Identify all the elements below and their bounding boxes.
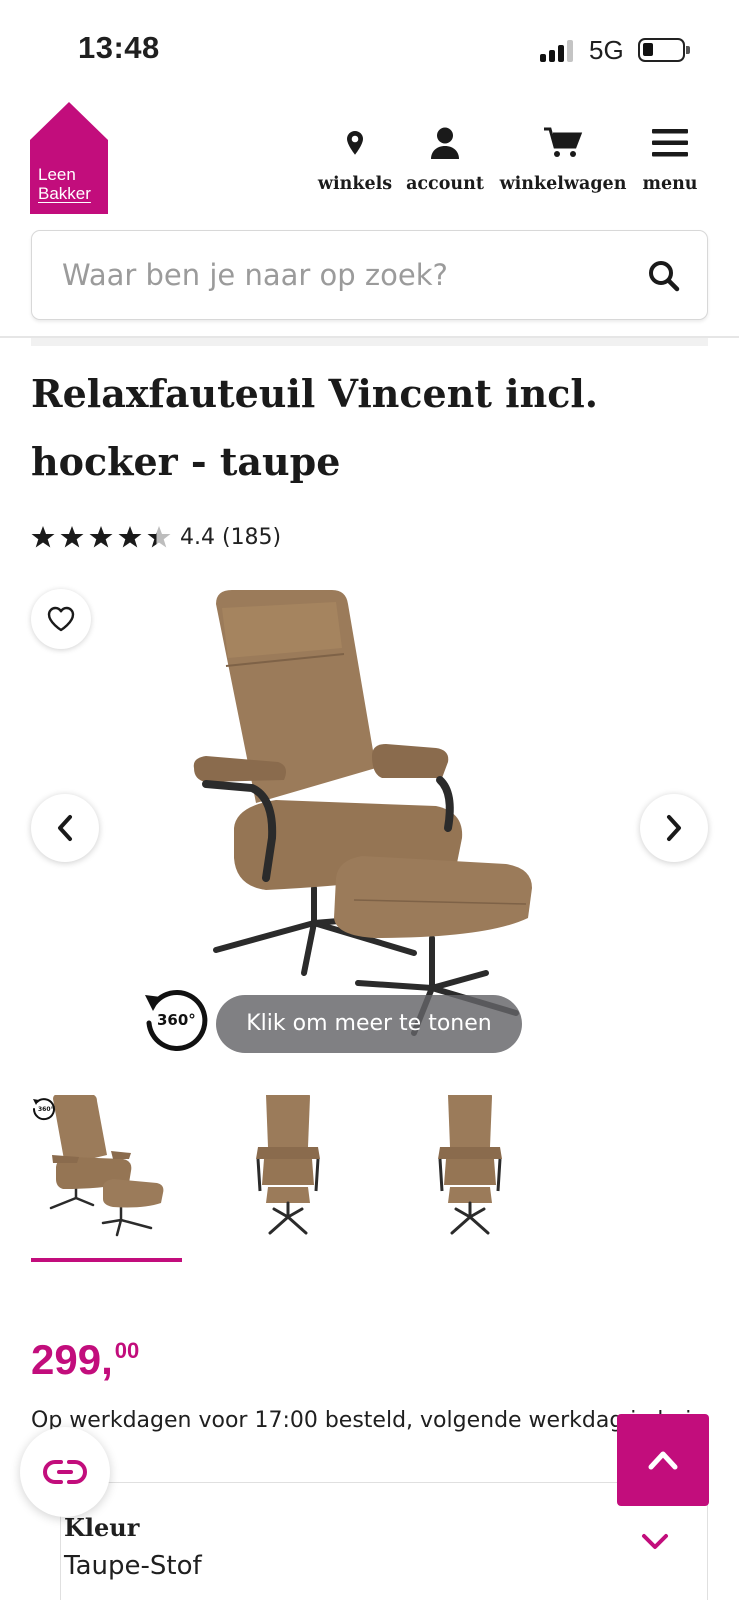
color-selector[interactable]: Kleur Taupe-Stof <box>60 1482 708 1600</box>
search-button[interactable] <box>643 255 685 297</box>
search-input[interactable] <box>62 253 622 297</box>
thumbnail-3[interactable] <box>394 1095 544 1255</box>
chevron-up-icon <box>648 1451 678 1470</box>
nav-account-label: account <box>406 174 484 194</box>
star-icon <box>31 526 55 548</box>
chat-button[interactable] <box>20 1427 110 1517</box>
nav-menu-label: menu <box>642 174 698 194</box>
hamburger-icon <box>638 124 702 162</box>
search-bar <box>31 230 708 320</box>
search-icon <box>649 261 680 292</box>
product-image[interactable] <box>186 588 558 1058</box>
thumbnail-active-indicator <box>31 1258 182 1262</box>
user-icon <box>404 124 486 162</box>
scroll-to-top-button[interactable] <box>617 1414 709 1506</box>
nav-winkels[interactable]: winkels <box>315 124 395 194</box>
delivery-info: Op werkdagen voor 17:00 besteld, volgend… <box>31 1408 691 1433</box>
chat-icon <box>43 1460 87 1484</box>
location-pin-icon <box>315 124 395 162</box>
chevron-right-icon <box>667 815 681 841</box>
star-icon <box>60 526 84 548</box>
battery-icon <box>638 38 690 62</box>
rating-stars <box>31 525 176 549</box>
heart-icon <box>47 606 75 632</box>
price-cents: 00 <box>114 1338 140 1363</box>
product-rating[interactable]: 4.4 (185) <box>31 522 281 552</box>
logo-text-line1: Leen <box>38 165 76 184</box>
nav-winkels-label: winkels <box>317 174 393 194</box>
rotate-360-label: 360° <box>157 1011 196 1029</box>
nav-menu[interactable]: menu <box>638 124 702 194</box>
status-time: 13:48 <box>78 30 160 65</box>
breadcrumb-strip <box>31 338 708 346</box>
favorite-button[interactable] <box>31 589 91 649</box>
product-price: 299,00 <box>31 1336 139 1384</box>
color-value: Taupe-Stof <box>64 1551 202 1581</box>
nav-account[interactable]: account <box>404 124 486 194</box>
svg-text:360°: 360° <box>38 1106 54 1113</box>
status-bar: 13:48 5G <box>0 0 739 96</box>
thumbnail-2[interactable] <box>212 1095 362 1255</box>
nav-winkelwagen-label: winkelwagen <box>499 174 627 194</box>
network-label: 5G <box>589 35 624 65</box>
product-title: Relaxfauteuil Vincent incl. hocker - tau… <box>31 371 598 484</box>
star-icon <box>147 526 171 548</box>
color-label: Kleur <box>64 1513 140 1542</box>
nav-winkelwagen[interactable]: winkelwagen <box>498 124 628 194</box>
thumbnail-1[interactable]: 360° <box>31 1095 181 1255</box>
rotate-360-icon[interactable]: 360° <box>141 985 211 1055</box>
show-more-button[interactable]: Klik om meer te tonen <box>216 995 522 1053</box>
price-main: 299, <box>31 1336 113 1383</box>
chevron-left-icon <box>58 815 72 841</box>
image-prev-button[interactable] <box>31 794 99 862</box>
cart-icon <box>498 124 628 162</box>
chevron-down-icon <box>642 1534 668 1549</box>
thumbnail-360-icon: 360° <box>32 1098 55 1121</box>
star-icon <box>89 526 113 548</box>
image-next-button[interactable] <box>640 794 708 862</box>
star-icon <box>118 526 142 548</box>
rating-text: 4.4 (185) <box>180 524 282 550</box>
signal-icon <box>540 40 576 62</box>
logo-text-line2: Bakker <box>38 184 91 203</box>
leen-bakker-logo[interactable]: Leen Bakker <box>30 102 108 214</box>
